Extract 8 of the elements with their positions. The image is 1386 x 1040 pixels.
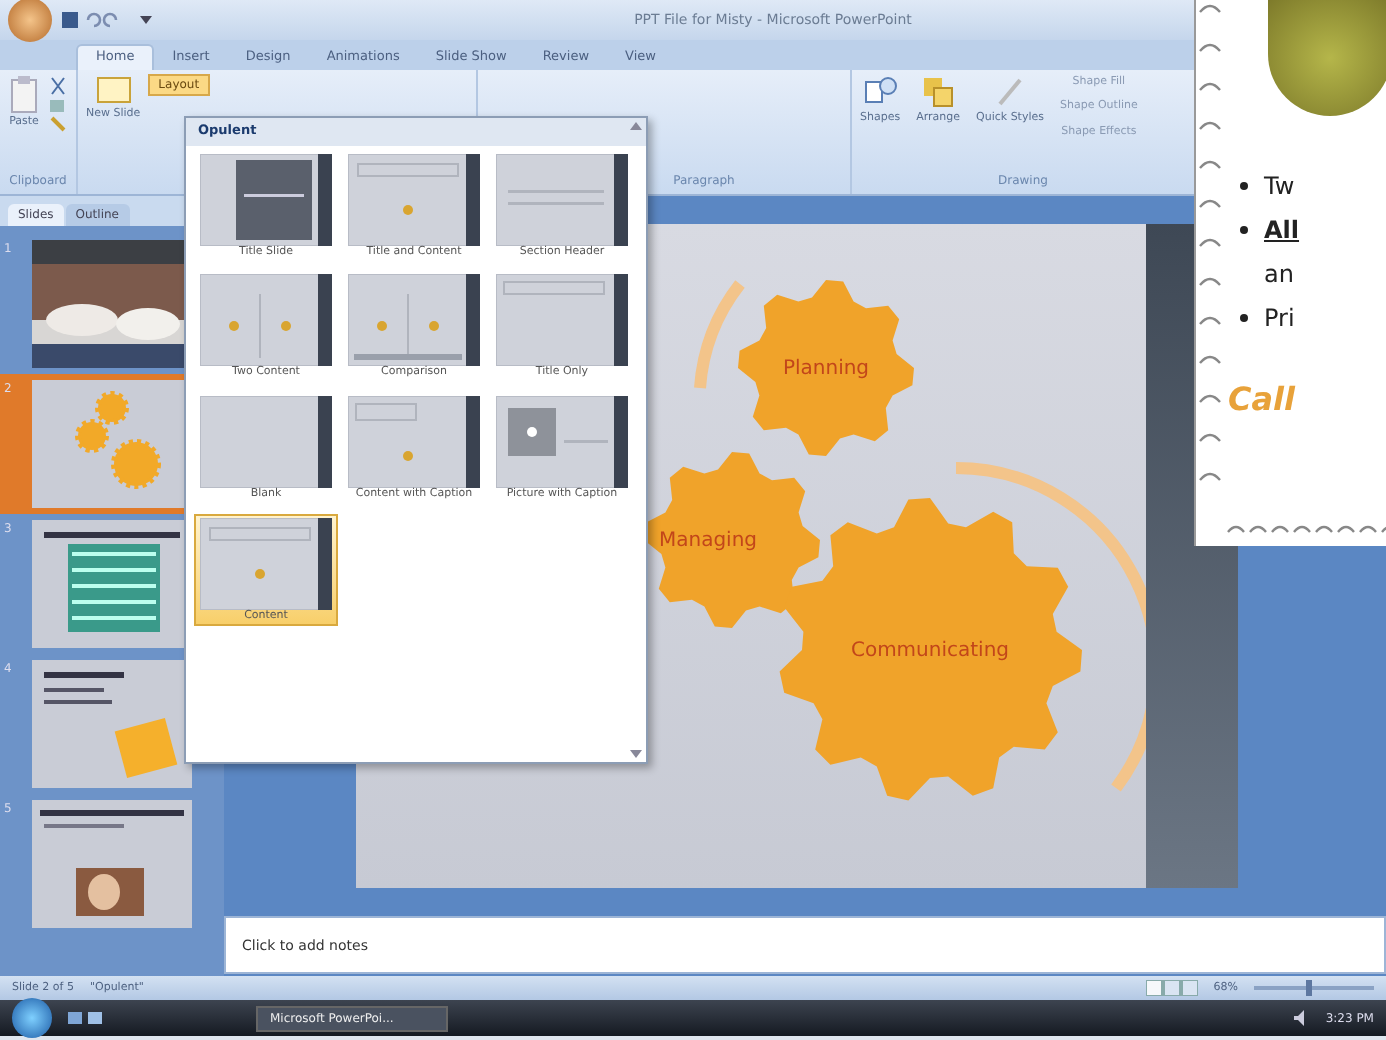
text-line: Call <box>1228 380 1296 418</box>
text-line: Tw <box>1264 170 1295 204</box>
gear-label: Planning <box>782 358 870 380</box>
text-line: an <box>1264 258 1294 292</box>
gear-label: Managing <box>658 530 758 552</box>
gear-label: Communicating <box>850 640 1010 662</box>
text-line: Pri <box>1264 302 1295 336</box>
text-line: All <box>1264 214 1300 248</box>
